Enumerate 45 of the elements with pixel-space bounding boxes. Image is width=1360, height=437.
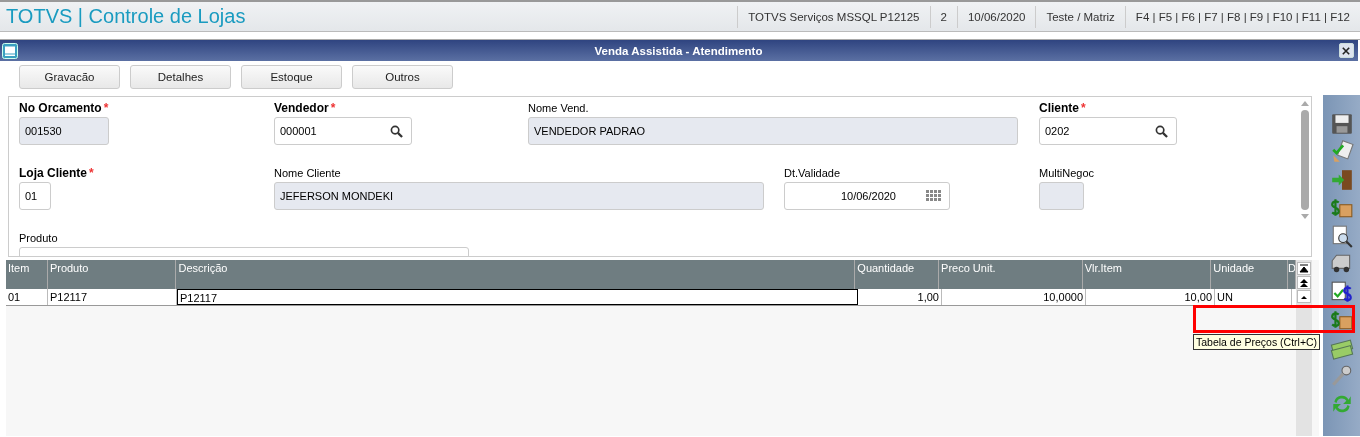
field-label: Cliente *	[1039, 101, 1087, 117]
table-cell: P12117	[48, 289, 177, 305]
page-up-icon[interactable]	[1297, 276, 1311, 289]
input-field[interactable]: 01	[19, 182, 51, 210]
field-label: No Orcamento *	[19, 101, 110, 117]
table-cell: 10,0000	[942, 289, 1086, 305]
column-header[interactable]: Descrição	[176, 260, 856, 289]
field-label: Produto	[19, 231, 59, 246]
status-info: TOTVS Serviços MSSQL P12125	[737, 5, 930, 28]
input-field[interactable]: 10/06/2020	[784, 182, 950, 210]
field-label: Dt.Validade	[784, 166, 842, 181]
scroll-top-icon[interactable]	[1297, 262, 1311, 275]
search-icon[interactable]	[1155, 124, 1168, 138]
field-label: Vendedor *	[274, 101, 337, 117]
window-icon	[2, 42, 18, 59]
field-label: MultiNegoc	[1039, 166, 1096, 181]
table-cell: 10,00	[1086, 289, 1215, 305]
action-button[interactable]: Estoque	[241, 65, 342, 89]
tooltip: Tabela de Preços (Ctrl+C)	[1193, 334, 1321, 350]
table-cell: P12117	[177, 289, 858, 305]
field-label: Loja Cliente *	[19, 166, 95, 182]
app-title: TOTVS | Controle de Lojas	[6, 5, 246, 28]
status-info: Teste / Matriz	[1035, 5, 1125, 28]
scroll-up-icon[interactable]	[1297, 290, 1311, 303]
input-field: JEFERSON MONDEKI	[274, 182, 764, 210]
table-cell: 01	[6, 289, 48, 305]
input-field	[1039, 182, 1084, 210]
action-button[interactable]: Gravacão	[19, 65, 120, 89]
calendar-icon[interactable]	[926, 190, 941, 202]
input-field[interactable]: 0202	[1039, 117, 1177, 145]
input-field: VENDEDOR PADRAO	[528, 117, 1018, 145]
search-icon[interactable]	[390, 124, 403, 138]
action-button[interactable]: Detalhes	[130, 65, 231, 89]
status-info: 2	[929, 5, 957, 28]
status-info: F4 | F5 | F6 | F7 | F8 | F9 | F10 | F11 | F12	[1124, 5, 1360, 28]
window-title: Venda Assistida - Atendimento	[594, 44, 763, 57]
table-cell: UN	[1215, 289, 1292, 305]
input-field: 001530	[19, 117, 109, 145]
status-info: 10/06/2020	[956, 5, 1036, 28]
field-label: Nome Vend.	[528, 101, 590, 116]
table-cell: 1,00	[858, 289, 942, 305]
field-label: Nome Cliente	[274, 166, 342, 181]
action-button[interactable]: Outros	[352, 65, 453, 89]
input-field[interactable]: 000001	[274, 117, 412, 145]
scroll-down-icon[interactable]	[1300, 214, 1309, 220]
